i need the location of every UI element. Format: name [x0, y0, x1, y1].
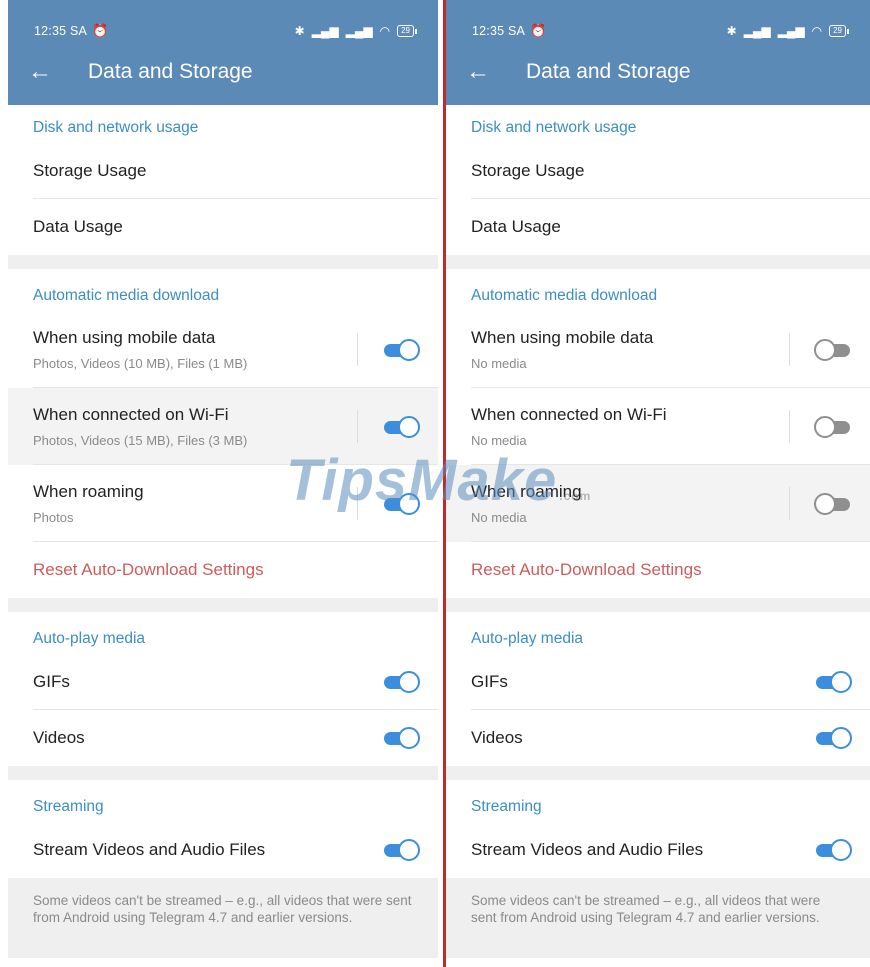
section-header-disk: Disk and network usage [471, 119, 637, 136]
status-bar: 12:35 SA ⏰ ✱ ▂▄▆ ▂▄▆ ◠ 29 [34, 22, 417, 40]
gifs-toggle[interactable] [814, 671, 852, 693]
section-header-auto-download: Automatic media download [33, 287, 220, 304]
section-header-autoplay: Auto-play media [33, 630, 146, 647]
gifs-toggle[interactable] [382, 671, 420, 693]
mobile-data-item[interactable]: When using mobile data Photos, Videos (1… [8, 311, 438, 388]
app-bar: 12:35 SA ⏰ ✱ ▂▄▆ ▂▄▆ ◠ 29 ← Data and Sto… [446, 0, 870, 105]
stream-item[interactable]: Stream Videos and Audio Files [446, 822, 870, 878]
section-gap [446, 255, 870, 269]
roaming-toggle[interactable] [814, 492, 852, 515]
mobile-data-item[interactable]: When using mobile data No media [446, 311, 870, 388]
arrow-back-icon[interactable]: ← [28, 58, 52, 86]
left-screen: 12:35 SA ⏰ ✱ ▂▄▆ ▂▄▆ ◠ 29 ← Data and Sto… [8, 0, 438, 967]
section-gap [446, 598, 870, 612]
roaming-item[interactable]: When roaming No media [446, 465, 870, 542]
videos-item[interactable]: Videos [8, 710, 438, 766]
section-header-streaming: Streaming [33, 798, 104, 815]
wifi-toggle[interactable] [382, 415, 420, 438]
battery-icon: 29 [829, 25, 849, 37]
section-gap [446, 766, 870, 780]
mobile-data-toggle[interactable] [382, 338, 420, 361]
videos-toggle[interactable] [814, 727, 852, 749]
section-gap [8, 255, 438, 269]
signal-icon-2: ▂▄▆ [777, 24, 805, 38]
section-gap [8, 598, 438, 612]
signal-icon: ▂▄▆ [743, 24, 771, 38]
reset-auto-download-button[interactable]: Reset Auto-Download Settings [8, 542, 438, 598]
page-title: Data and Storage [526, 60, 691, 83]
videos-item[interactable]: Videos [446, 710, 870, 766]
section-header-streaming: Streaming [471, 798, 542, 815]
status-time: 12:35 SA [472, 24, 526, 38]
data-usage-item[interactable]: Data Usage [446, 199, 870, 255]
status-bar: 12:35 SA ⏰ ✱ ▂▄▆ ▂▄▆ ◠ 29 [472, 22, 849, 40]
status-time: 12:35 SA [34, 24, 88, 38]
stream-item[interactable]: Stream Videos and Audio Files [8, 822, 438, 878]
signal-icon-2: ▂▄▆ [345, 24, 373, 38]
roaming-toggle[interactable] [382, 492, 420, 515]
section-gap [8, 766, 438, 780]
reset-auto-download-button[interactable]: Reset Auto-Download Settings [446, 542, 870, 598]
stream-toggle[interactable] [814, 839, 852, 861]
signal-icon: ▂▄▆ [311, 24, 339, 38]
bluetooth-icon: ✱ [726, 24, 737, 38]
alarm-clock-icon: ⏰ [530, 23, 547, 38]
gifs-item[interactable]: GIFs [8, 654, 438, 710]
section-header-disk: Disk and network usage [33, 119, 199, 136]
stream-toggle[interactable] [382, 839, 420, 861]
wifi-toggle[interactable] [814, 415, 852, 438]
wifi-item[interactable]: When connected on Wi-Fi Photos, Videos (… [8, 388, 438, 465]
page-title: Data and Storage [88, 60, 253, 83]
streaming-footnote: Some videos can't be streamed – e.g., al… [8, 878, 438, 958]
battery-icon: 29 [397, 25, 417, 37]
alarm-clock-icon: ⏰ [92, 23, 109, 38]
mobile-data-toggle[interactable] [814, 338, 852, 361]
app-bar: 12:35 SA ⏰ ✱ ▂▄▆ ▂▄▆ ◠ 29 ← Data and Sto… [8, 0, 438, 105]
arrow-back-icon[interactable]: ← [466, 58, 490, 86]
videos-toggle[interactable] [382, 727, 420, 749]
wifi-icon: ◠ [811, 24, 823, 38]
data-usage-item[interactable]: Data Usage [8, 199, 438, 255]
gifs-item[interactable]: GIFs [446, 654, 870, 710]
roaming-item[interactable]: When roaming Photos [8, 465, 438, 542]
streaming-footnote: Some videos can't be streamed – e.g., al… [446, 878, 870, 958]
wifi-icon: ◠ [379, 24, 391, 38]
storage-usage-item[interactable]: Storage Usage [446, 143, 870, 199]
right-screen: 12:35 SA ⏰ ✱ ▂▄▆ ▂▄▆ ◠ 29 ← Data and Sto… [446, 0, 870, 967]
storage-usage-item[interactable]: Storage Usage [8, 143, 438, 199]
wifi-item[interactable]: When connected on Wi-Fi No media [446, 388, 870, 465]
section-header-autoplay: Auto-play media [471, 630, 584, 647]
section-header-auto-download: Automatic media download [471, 287, 658, 304]
bluetooth-icon: ✱ [294, 24, 305, 38]
